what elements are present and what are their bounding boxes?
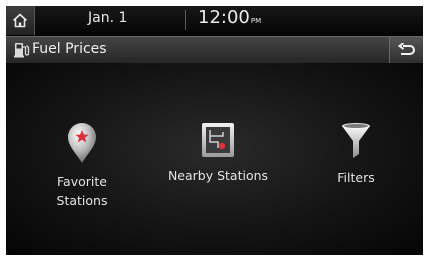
filters-label: Filters <box>337 170 375 185</box>
home-button[interactable] <box>6 6 35 35</box>
fuel-pump-icon <box>14 43 30 58</box>
time-text: 12:00 <box>198 7 250 28</box>
nearby-stations-button[interactable]: Nearby Stations <box>158 63 278 185</box>
date-text: Jan. 1 <box>88 10 128 26</box>
funnel-icon <box>342 123 370 158</box>
screen: Jan. 1 12:00PM Fuel Prices Favorite Stat… <box>6 6 423 255</box>
favorite-label-line1: Favorite <box>57 174 107 189</box>
clock: 12:00PM <box>198 7 261 28</box>
menu-area: Favorite Stations Nearby Stations Filter… <box>6 63 423 255</box>
nearby-stations-label: Nearby Stations <box>167 168 269 183</box>
status-divider <box>185 10 186 30</box>
title-bar: Fuel Prices <box>6 36 423 64</box>
star-pin-icon <box>68 123 96 163</box>
favorite-stations-button[interactable]: Favorite Stations <box>42 63 122 210</box>
filters-button[interactable]: Filters <box>321 63 391 187</box>
map-location-icon <box>202 123 234 157</box>
back-button[interactable] <box>389 37 423 63</box>
favorite-stations-label: Favorite Stations <box>57 172 108 210</box>
page-title: Fuel Prices <box>32 41 107 57</box>
favorite-label-line2: Stations <box>56 193 108 208</box>
ampm-text: PM <box>250 17 262 25</box>
home-icon <box>12 13 28 28</box>
back-arrow-icon <box>398 43 415 55</box>
status-bar: Jan. 1 12:00PM <box>6 6 423 35</box>
